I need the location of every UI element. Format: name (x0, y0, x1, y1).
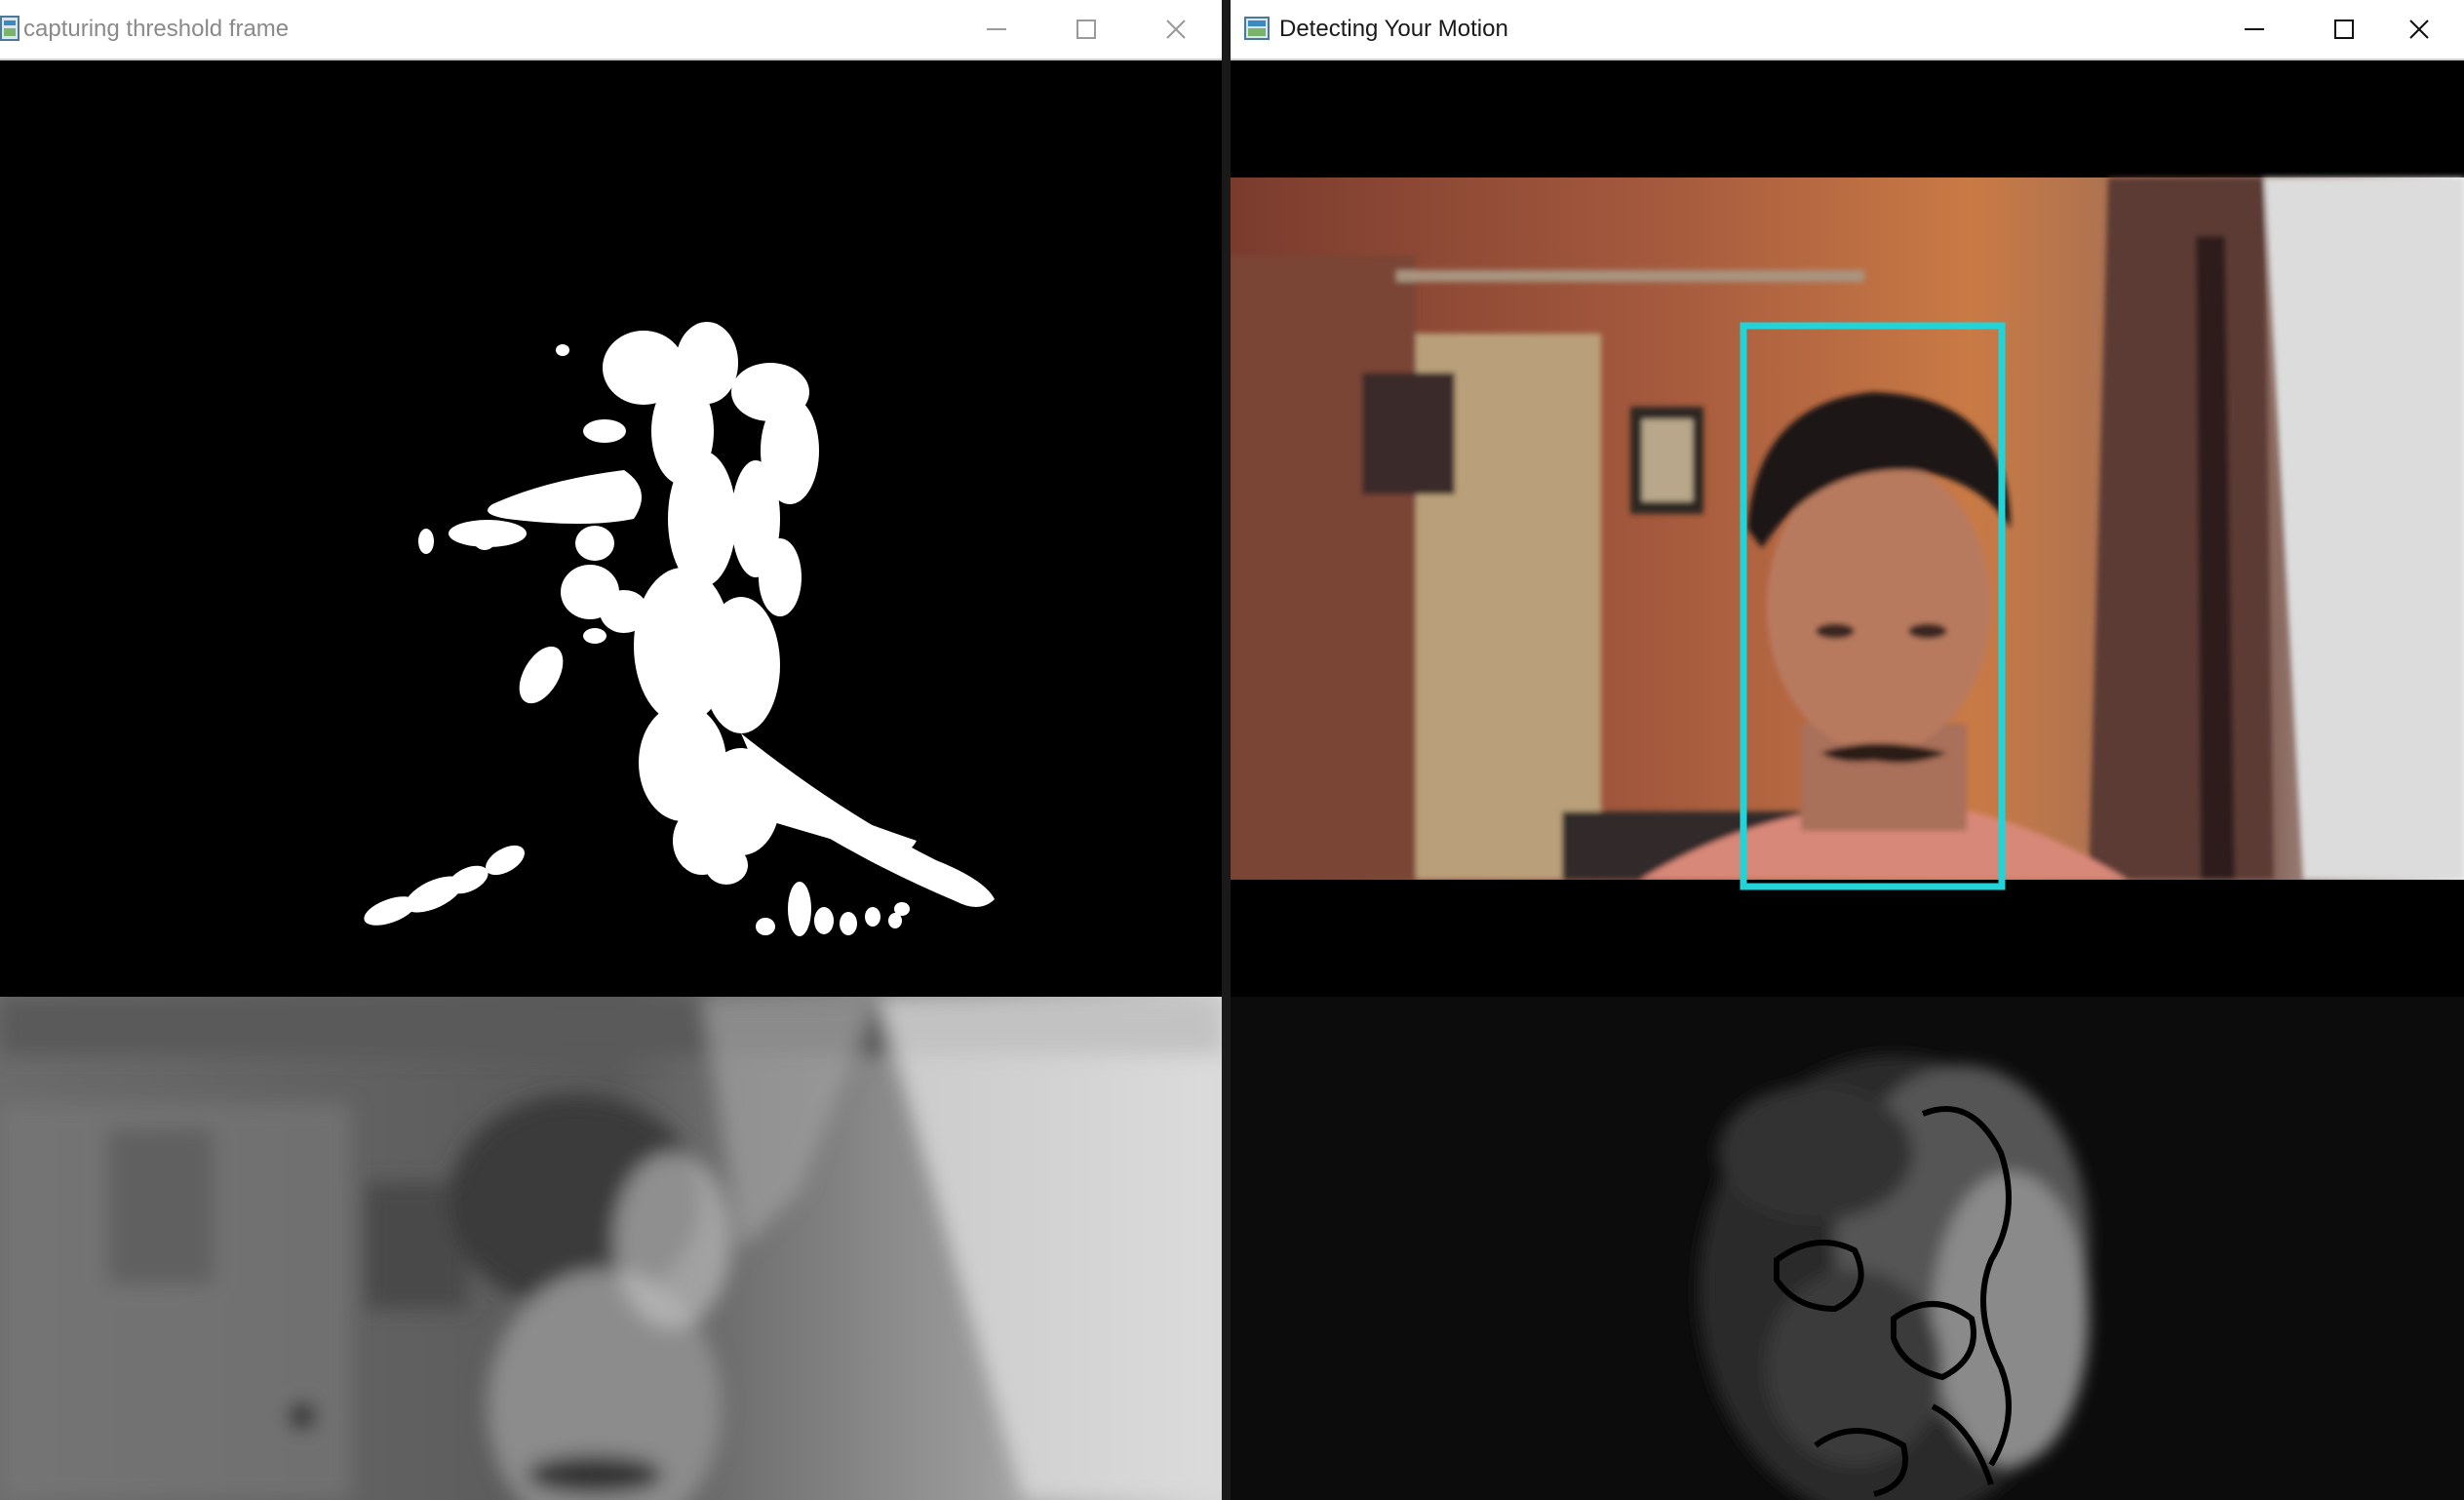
minimize-button[interactable] (952, 0, 1041, 59)
minimize-icon (987, 28, 1006, 30)
window-divider (1222, 0, 1231, 1500)
opencv-window-icon (0, 15, 25, 42)
maximize-icon (2334, 20, 2354, 39)
motion-camera-view (1231, 60, 2464, 997)
threshold-mask-view (0, 60, 1222, 997)
close-icon (1166, 20, 1186, 39)
window-title: capturing threshold frame (23, 16, 290, 42)
maximize-icon (1076, 20, 1096, 39)
opencv-window-icon (1244, 15, 1270, 42)
gray-frame-window (0, 997, 1222, 1500)
camera-frame (1231, 60, 2464, 997)
window-title: Detecting Your Motion (1279, 16, 1508, 42)
threshold-mask-image (0, 60, 1222, 997)
close-button[interactable] (2374, 0, 2464, 59)
minimize-icon (2245, 28, 2264, 30)
threshold-window-titlebar[interactable]: capturing threshold frame (0, 0, 1222, 60)
close-button[interactable] (1131, 0, 1221, 59)
grayscale-blurred-frame (0, 997, 1222, 1500)
minimize-button[interactable] (2210, 0, 2299, 59)
delta-frame (1231, 997, 2464, 1500)
threshold-window: capturing threshold frame (0, 0, 1222, 997)
maximize-button[interactable] (1041, 0, 1131, 59)
close-icon (2409, 20, 2429, 39)
motion-window-titlebar[interactable]: Detecting Your Motion (1231, 0, 2464, 60)
delta-frame-window (1231, 997, 2464, 1500)
motion-window: Detecting Your Motion (1231, 0, 2464, 997)
